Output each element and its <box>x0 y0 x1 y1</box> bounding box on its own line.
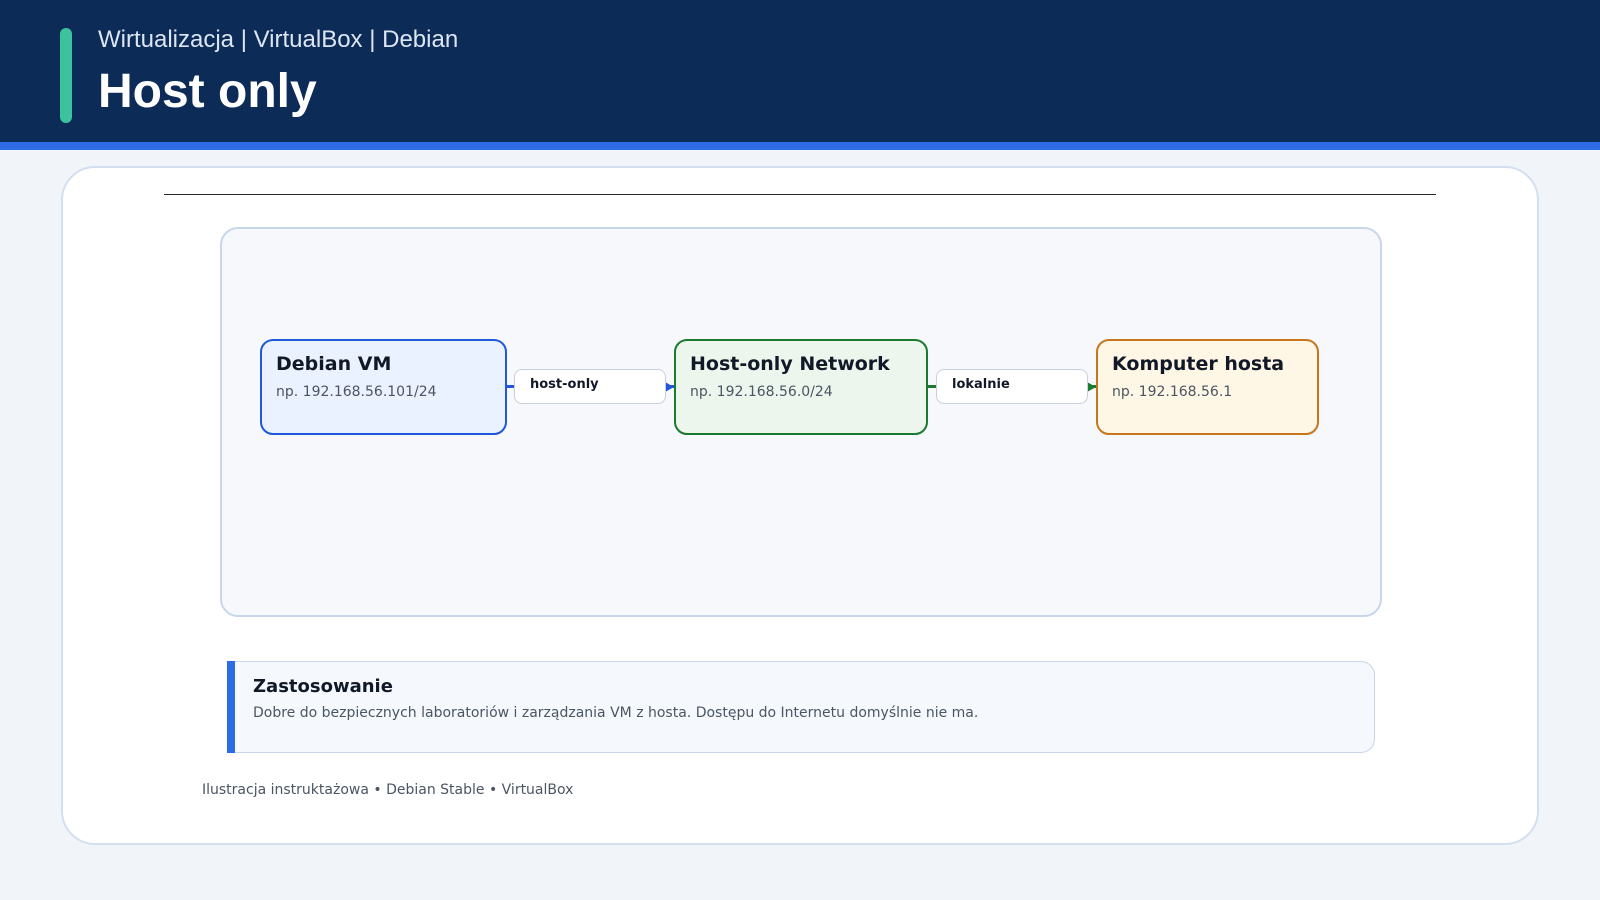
header-accent-bar <box>60 28 72 123</box>
info-accent-bar <box>227 661 235 753</box>
node-debian-vm: Debian VM np. 192.168.56.101/24 <box>260 339 507 435</box>
node-title: Komputer hosta <box>1112 353 1285 375</box>
divider <box>164 194 1436 195</box>
node-host-only-network: Host-only Network np. 192.168.56.0/24 <box>674 339 928 435</box>
page-title: Host only <box>98 65 317 118</box>
footer-note: Ilustracja instruktażowa • Debian Stable… <box>202 782 574 798</box>
node-address: np. 192.168.56.101/24 <box>276 384 437 400</box>
arrow-head-icon <box>1087 382 1096 392</box>
node-title: Host-only Network <box>690 353 890 375</box>
info-title: Zastosowanie <box>253 676 393 697</box>
header-stripe <box>0 142 1600 150</box>
arrow-head-icon <box>665 382 674 392</box>
node-title: Debian VM <box>276 353 392 375</box>
node-address: np. 192.168.56.0/24 <box>690 384 833 400</box>
node-address: np. 192.168.56.1 <box>1112 384 1233 400</box>
info-text: Dobre do bezpiecznych laboratoriów i zar… <box>253 705 979 721</box>
breadcrumb: Wirtualizacja | VirtualBox | Debian <box>98 26 459 53</box>
node-host-computer: Komputer hosta np. 192.168.56.1 <box>1096 339 1319 435</box>
edge-label-lokalnie: lokalnie <box>936 369 1088 404</box>
edge-label-host-only: host-only <box>514 369 666 404</box>
